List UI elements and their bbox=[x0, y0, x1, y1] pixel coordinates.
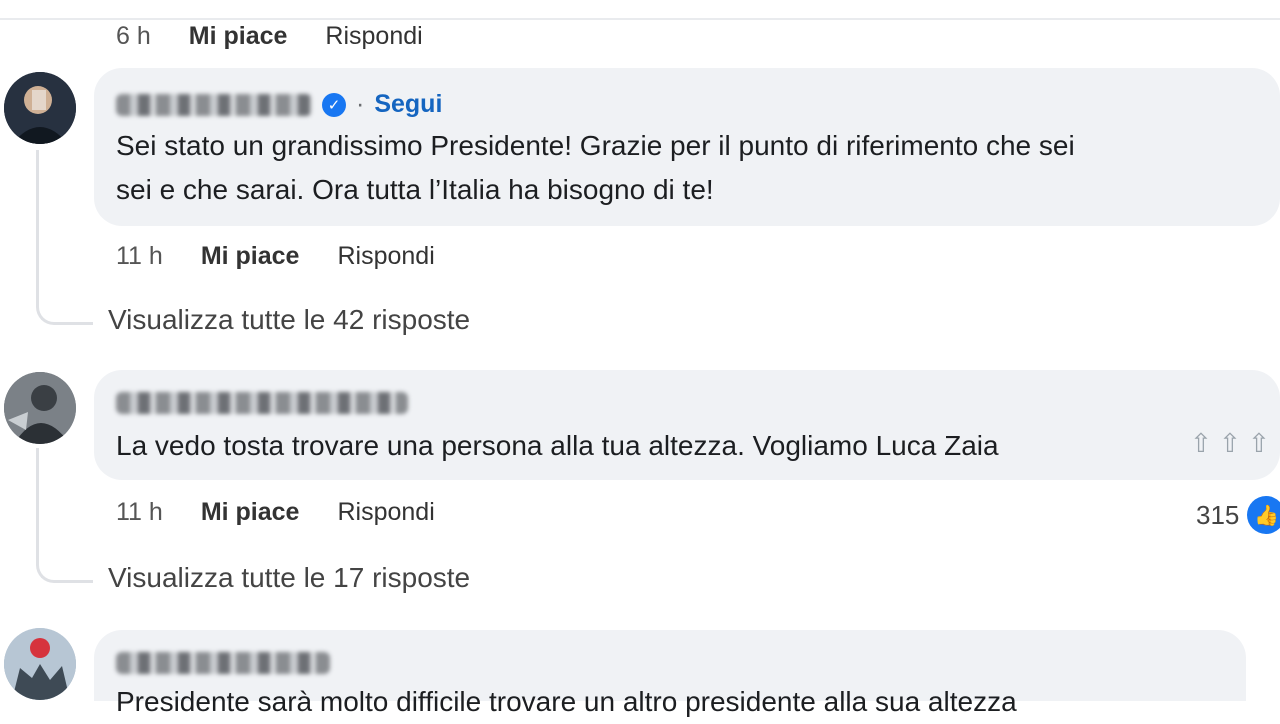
comment-time: 11 h bbox=[116, 498, 163, 526]
author-name-blurred[interactable] bbox=[116, 392, 408, 414]
reply-button[interactable]: Rispondi bbox=[337, 498, 434, 527]
comment-meta-row: 11 h Mi piace Rispondi bbox=[116, 242, 435, 271]
follow-button[interactable]: Segui bbox=[374, 90, 442, 119]
comment-text-line: Sei stato un grandissimo Presidente! Gra… bbox=[116, 130, 1075, 161]
like-button[interactable]: Mi piace bbox=[189, 22, 288, 51]
author-name-blurred[interactable] bbox=[116, 652, 330, 674]
comment-meta-row: 11 h Mi piace Rispondi bbox=[116, 498, 435, 527]
separator-dot: · bbox=[356, 90, 365, 118]
view-replies-link[interactable]: Visualizza tutte le 42 risposte bbox=[108, 304, 470, 336]
verified-badge-icon: ✓ bbox=[322, 92, 346, 117]
reaction-summary[interactable]: 315 👍 bbox=[1196, 496, 1280, 534]
comment-time: 11 h bbox=[116, 242, 163, 270]
avatar-photo bbox=[4, 628, 76, 700]
avatar-photo bbox=[4, 72, 76, 144]
comment-text-line: sei e che sarai. Ora tutta l’Italia ha b… bbox=[116, 174, 714, 205]
avatar[interactable] bbox=[4, 372, 76, 444]
reaction-count: 315 bbox=[1196, 499, 1240, 530]
comment-author-row bbox=[116, 392, 408, 414]
comment-author-row bbox=[116, 652, 330, 674]
thread-connector bbox=[36, 150, 93, 325]
avatar-photo bbox=[4, 372, 76, 444]
comment-text-line: La vedo tosta trovare una persona alla t… bbox=[116, 430, 999, 461]
reply-button[interactable]: Rispondi bbox=[337, 242, 434, 271]
emoji-icons: ⇧ ⇧ ⇧ bbox=[1190, 428, 1270, 458]
comment-meta-row: 6 h Mi piace Rispondi bbox=[116, 22, 423, 51]
avatar[interactable] bbox=[4, 72, 76, 144]
author-name-blurred[interactable] bbox=[116, 93, 312, 116]
thread-connector bbox=[36, 448, 93, 583]
avatar[interactable] bbox=[4, 628, 76, 700]
like-button[interactable]: Mi piace bbox=[201, 242, 300, 271]
reply-button[interactable]: Rispondi bbox=[325, 22, 422, 51]
comment-time: 6 h bbox=[116, 22, 151, 50]
comment-author-row: ✓ · Segui bbox=[116, 90, 442, 119]
top-divider bbox=[0, 18, 1280, 20]
comment-text-line: Presidente sarà molto difficile trovare … bbox=[116, 686, 1017, 717]
like-button[interactable]: Mi piace bbox=[201, 498, 300, 527]
like-icon: 👍 bbox=[1247, 496, 1280, 534]
view-replies-link[interactable]: Visualizza tutte le 17 risposte bbox=[108, 562, 470, 594]
